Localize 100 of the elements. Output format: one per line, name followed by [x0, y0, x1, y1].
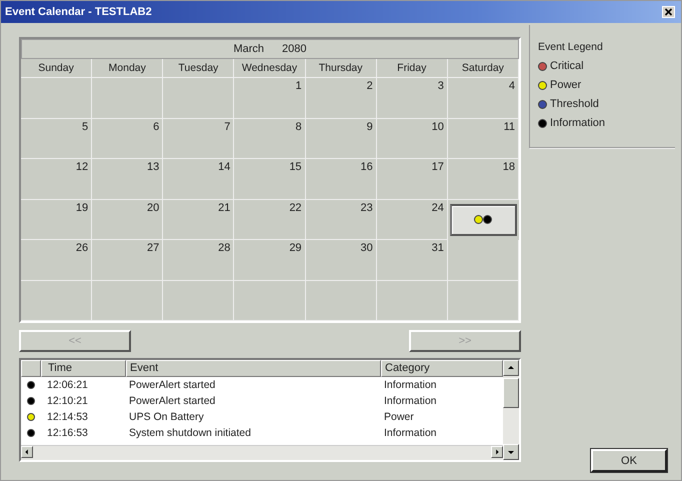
day-cell[interactable]: 13: [92, 159, 164, 200]
day-number: 1: [295, 80, 302, 92]
scroll-left-icon[interactable]: [21, 446, 33, 458]
day-cell[interactable]: 1: [234, 78, 306, 118]
day-cell[interactable]: 2: [306, 78, 377, 118]
day-number: 28: [218, 242, 230, 254]
table-cell-text: 12:10:21: [46, 395, 89, 407]
table-cell-text: UPS On Battery: [128, 411, 205, 423]
day-cell[interactable]: 26: [21, 240, 92, 280]
weekday-header: Friday: [376, 59, 448, 77]
day-number: 23: [360, 202, 373, 214]
day-number: 19: [76, 202, 88, 214]
day-number: 10: [432, 120, 444, 132]
day-cell[interactable]: 3: [376, 78, 448, 118]
column-header[interactable]: Category: [381, 360, 503, 377]
day-cell[interactable]: 5: [21, 118, 92, 159]
day-number: 3: [438, 80, 444, 92]
day-cell[interactable]: 6: [92, 118, 164, 159]
vertical-scrollbar[interactable]: [503, 360, 519, 460]
day-cell[interactable]: 22: [234, 200, 306, 240]
legend-label: Information: [550, 117, 606, 129]
day-number: 7: [224, 120, 230, 132]
weekday-header: Sunday: [21, 59, 92, 77]
column-header[interactable]: [21, 360, 41, 377]
day-cell[interactable]: 29: [234, 240, 306, 280]
window-title: Event Calendar - TESTLAB2: [5, 6, 152, 18]
day-number: 6: [153, 120, 160, 132]
day-cell[interactable]: 14: [163, 159, 234, 200]
day-number: 29: [289, 242, 302, 254]
close-icon[interactable]: [662, 6, 675, 18]
scroll-right-icon[interactable]: [491, 446, 503, 458]
day-number: 5: [82, 120, 88, 132]
day-number: 21: [218, 202, 230, 214]
day-number: 4: [508, 80, 515, 92]
day-cell[interactable]: 20: [92, 200, 164, 240]
day-cell[interactable]: 18: [448, 159, 519, 200]
scrollbar-thumb[interactable]: [503, 378, 519, 408]
table-cell-text: Information: [383, 379, 438, 391]
weekday-header: Monday: [92, 59, 164, 77]
column-header[interactable]: Event: [126, 360, 381, 377]
day-number: 8: [295, 120, 302, 132]
day-cell[interactable]: 28: [163, 240, 234, 280]
day-cell[interactable]: 17: [376, 159, 448, 200]
horizontal-scrollbar[interactable]: [21, 445, 503, 460]
day-cell[interactable]: 23: [306, 200, 377, 240]
day-cell[interactable]: 30: [306, 240, 377, 280]
day-cell[interactable]: 7: [163, 118, 234, 159]
day-cell[interactable]: 9: [306, 118, 377, 159]
table-cell-text: PowerAlert started: [128, 395, 216, 407]
weekday-header: Saturday: [448, 59, 519, 77]
day-cell[interactable]: 4: [448, 78, 519, 118]
day-number: 14: [218, 161, 230, 173]
day-number: 2: [366, 80, 373, 92]
day-cell[interactable]: 16: [306, 159, 377, 200]
weekday-header: Thursday: [306, 59, 377, 77]
day-number: 11: [504, 120, 515, 132]
table-cell-text: System shutdown initiated: [128, 427, 252, 439]
day-number: 31: [432, 242, 444, 254]
month-label: March: [233, 43, 264, 55]
weekday-header: Wednesday: [234, 59, 306, 77]
day-number: 12: [76, 161, 88, 173]
column-header[interactable]: Time: [41, 360, 126, 377]
day-cell[interactable]: 15: [234, 159, 306, 200]
day-number: 9: [366, 120, 373, 132]
legend-title: Event Legend: [538, 41, 604, 53]
day-number: 18: [502, 161, 515, 173]
ok-button[interactable]: OK: [591, 449, 667, 472]
day-number: 17: [432, 161, 444, 173]
day-number: 26: [76, 242, 88, 254]
table-cell-text: Information: [383, 395, 438, 407]
day-cell[interactable]: 21: [163, 200, 234, 240]
day-number: 13: [147, 161, 160, 173]
table-cell-text: 12:06:21: [46, 379, 89, 391]
day-cell[interactable]: 31: [376, 240, 448, 280]
day-number: 24: [432, 202, 444, 214]
day-cell[interactable]: 11: [448, 118, 519, 159]
weekday-header: Tuesday: [163, 59, 234, 77]
day-cell[interactable]: 8: [234, 118, 306, 159]
table-cell-text: 12:16:53: [46, 427, 89, 439]
day-number: 16: [360, 161, 373, 173]
day-number: 27: [147, 242, 160, 254]
day-cell[interactable]: 27: [92, 240, 164, 280]
table-cell-text: 12:14:53: [46, 411, 89, 423]
day-number: 22: [289, 202, 302, 214]
table-cell-text: PowerAlert started: [128, 379, 216, 391]
day-number: 15: [289, 161, 302, 173]
scroll-down-icon[interactable]: [503, 444, 519, 460]
table-cell-text: Information: [383, 427, 438, 439]
day-cell[interactable]: 19: [21, 200, 92, 240]
legend-label: Threshold: [550, 98, 599, 110]
day-cell[interactable]: [450, 204, 517, 236]
table-cell-text: Power: [383, 411, 415, 423]
day-cell[interactable]: 24: [376, 200, 448, 240]
day-cell[interactable]: 10: [376, 118, 448, 159]
legend-label: Critical: [550, 60, 584, 72]
day-number: 20: [147, 202, 160, 214]
day-cell[interactable]: 12: [21, 159, 92, 200]
legend-label: Power: [550, 79, 582, 91]
year-label: 2080: [282, 43, 307, 55]
scroll-up-icon[interactable]: [503, 360, 519, 376]
